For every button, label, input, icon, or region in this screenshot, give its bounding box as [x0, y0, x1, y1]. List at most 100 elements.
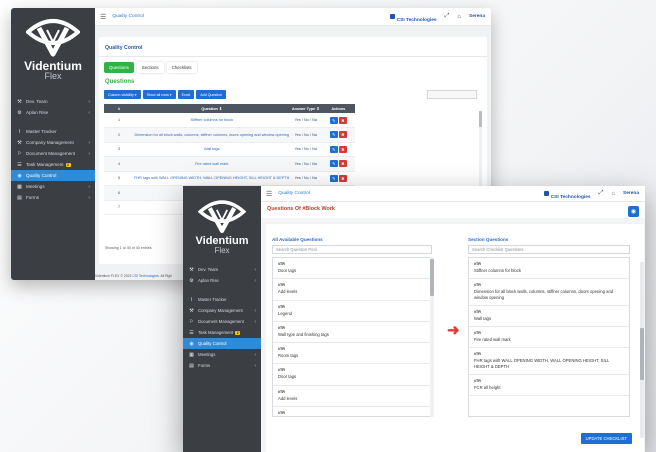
tab-checklists[interactable]: Checklists [166, 62, 197, 73]
list-item[interactable]: #TR Door tags [273, 364, 433, 386]
scroll-thumb[interactable] [479, 111, 482, 127]
sidebar-item-quality-control[interactable]: ◉ Quality Control [11, 170, 95, 181]
brand-logo[interactable]: Videntium Flex [183, 186, 261, 264]
breadcrumb[interactable]: Quality Control [278, 191, 310, 196]
tab-questions[interactable]: Questions [104, 62, 134, 73]
question-pool-search-input[interactable]: Search Question Pool [272, 245, 432, 254]
list-item[interactable]: #TRDimension [273, 407, 433, 416]
question-text: Wall type and finishing tags [278, 331, 329, 337]
available-list-scrollbar[interactable] [430, 257, 434, 417]
list-item[interactable]: #TR Wall type and finishing tags [273, 322, 433, 343]
sidebar-item-master-tracker[interactable]: ⌇ Master Tracker [183, 294, 261, 305]
user-menu[interactable]: Serena [469, 14, 485, 19]
sidebar-item-company-management[interactable]: ⚒ Company Management ‹ [11, 137, 95, 148]
list-item[interactable]: #TR FHR tags with WALL OPENING WIDTH, WAL… [469, 348, 629, 375]
hamburger-menu-icon[interactable]: ☰ [100, 13, 106, 21]
excel-button[interactable]: Excel [177, 90, 195, 99]
row-question[interactable]: Fire rated wall mark [134, 156, 290, 172]
eye-logo-icon [198, 200, 246, 233]
add-question-button[interactable]: Add Question [196, 90, 227, 99]
question-id: #TR [474, 283, 481, 288]
show-rows-button[interactable]: Show all rows ▾ [142, 90, 176, 99]
sidebar-item-label: Dev. Team [26, 99, 48, 104]
list-item[interactable]: #TR Fire rated wall mark [469, 327, 629, 349]
sidebar-item-dev-team[interactable]: ⚒ Dev. Team ‹ [11, 96, 95, 107]
sidebar-item-company-management[interactable]: ⚒ Company Management ‹ [183, 305, 261, 316]
sidebar-item-label: Meetings [198, 352, 216, 357]
sidebar-item-master-tracker[interactable]: ⌇ Master Tracker [11, 126, 95, 137]
sidebar-item-task-management[interactable]: ☰ Task Management 2 [11, 159, 95, 170]
col-number[interactable]: # [104, 104, 135, 113]
edit-icon[interactable]: ✎ [329, 131, 338, 139]
sidebar-item-label: Task Management [198, 330, 234, 335]
fullscreen-icon[interactable]: ⤢ [445, 13, 450, 20]
footer-company-link[interactable]: CSI Technologies [132, 274, 158, 278]
sidebar-item-label: Document Management [198, 319, 244, 324]
edit-icon[interactable]: ✎ [329, 160, 338, 168]
checklist-search-input[interactable]: Search Checklist Questions [468, 245, 630, 254]
company-selector[interactable]: CSI Technologies [543, 186, 591, 203]
sidebar-item-aplan-rise[interactable]: ⚙ Aplan Rise ‹ [11, 107, 95, 118]
sidebar-item-meetings[interactable]: ▦ Meetings ‹ [11, 181, 95, 192]
list-item[interactable]: #TR FCR all height [469, 375, 629, 396]
home-icon[interactable]: ⌂ [611, 191, 615, 197]
brand-sub: Flex [214, 246, 230, 255]
fullscreen-icon[interactable]: ⤢ [599, 190, 604, 197]
list-item[interactable]: #TR Dimension for all block walls, column… [469, 279, 629, 306]
sidebar-item-label: Quality Control [198, 341, 227, 346]
delete-icon[interactable]: ✖ [338, 160, 347, 168]
scroll-thumb[interactable] [430, 259, 434, 296]
edit-icon[interactable]: ✎ [329, 174, 338, 182]
row-question[interactable]: FHR tags with WALL OPENING WIDTH, WALL O… [134, 171, 290, 186]
row-question[interactable]: Stiffner columns for block [134, 113, 290, 128]
quality-control-icon: ◉ [17, 172, 22, 179]
sidebar-item-aplan-rise[interactable]: ⚙ Aplan Rise ‹ [183, 275, 261, 286]
sidebar-item-label: Task Management [26, 162, 64, 167]
home-icon[interactable]: ⌂ [457, 14, 461, 20]
tab-sections[interactable]: Sections [136, 62, 164, 73]
list-item[interactable]: #TR Legend [273, 301, 433, 322]
sidebar-item-label: Forms [26, 195, 40, 200]
page-scrollbar[interactable] [640, 262, 644, 438]
list-item[interactable]: #TR Stiffner columns for block [469, 258, 629, 280]
row-question[interactable]: Wall tags [134, 142, 290, 157]
chevron-left-icon: ‹ [88, 139, 90, 146]
sidebar-item-quality-control[interactable]: ◉ Quality Control [183, 338, 261, 349]
col-answer-type[interactable]: Answer Type ⇕ [289, 104, 322, 113]
sidebar-item-forms[interactable]: ▤ Forms ‹ [183, 360, 261, 371]
sidebar-item-dev-team[interactable]: ⚒ Dev. Team ‹ [183, 264, 261, 275]
company-selector[interactable]: CSI Technologies [389, 8, 437, 26]
table-search-input[interactable] [427, 90, 477, 99]
delete-icon[interactable]: ✖ [338, 131, 347, 139]
list-item[interactable]: #TR Add levels [273, 279, 433, 301]
scroll-thumb[interactable] [640, 328, 644, 380]
user-menu[interactable]: Serena [623, 191, 639, 196]
list-item[interactable]: #TR Room tags [273, 343, 433, 365]
sidebar-item-document-management[interactable]: ⚐ Document Management ‹ [11, 148, 95, 159]
view-button[interactable]: ◉ [628, 206, 639, 217]
sidebar-item-document-management[interactable]: ⚐ Document Management ‹ [183, 316, 261, 327]
col-question[interactable]: Question ⇕ [134, 104, 290, 113]
edit-icon[interactable]: ✎ [329, 145, 338, 153]
available-questions-title: All Available Questions [272, 237, 323, 242]
row-question[interactable]: Dimension for all block walls, columns, … [134, 127, 290, 143]
sidebar-item-meetings[interactable]: ▦ Meetings ‹ [183, 349, 261, 360]
delete-icon[interactable]: ✖ [338, 116, 347, 124]
row-actions: ✎ ✖ [321, 127, 355, 143]
table-row: 4 Fire rated wall mark Yes / No / Na ✎ ✖ [104, 156, 355, 172]
breadcrumb[interactable]: Quality Control [112, 14, 144, 19]
brand-logo[interactable]: Videntium Flex [11, 8, 95, 96]
list-item[interactable]: #TR Wall tags [469, 306, 629, 327]
edit-icon[interactable]: ✎ [329, 116, 338, 124]
hamburger-menu-icon[interactable]: ☰ [266, 190, 272, 198]
list-item[interactable]: #TR Door tags [273, 258, 433, 280]
question-text: Add levels [278, 289, 298, 295]
sidebar-item-task-management[interactable]: ☰ Task Management 2 [183, 327, 261, 338]
update-checklist-button[interactable]: UPDATE CHECKLIST [580, 433, 632, 444]
sidebar-item-forms[interactable]: ▤ Forms ‹ [11, 192, 95, 203]
delete-icon[interactable]: ✖ [338, 174, 347, 182]
section-questions-list: #TR Stiffner columns for block #TR Dimensio… [468, 257, 630, 417]
delete-icon[interactable]: ✖ [338, 145, 347, 153]
column-visibility-button[interactable]: Column visibility ▾ [104, 90, 141, 99]
list-item[interactable]: #TR Add levels [273, 386, 433, 407]
